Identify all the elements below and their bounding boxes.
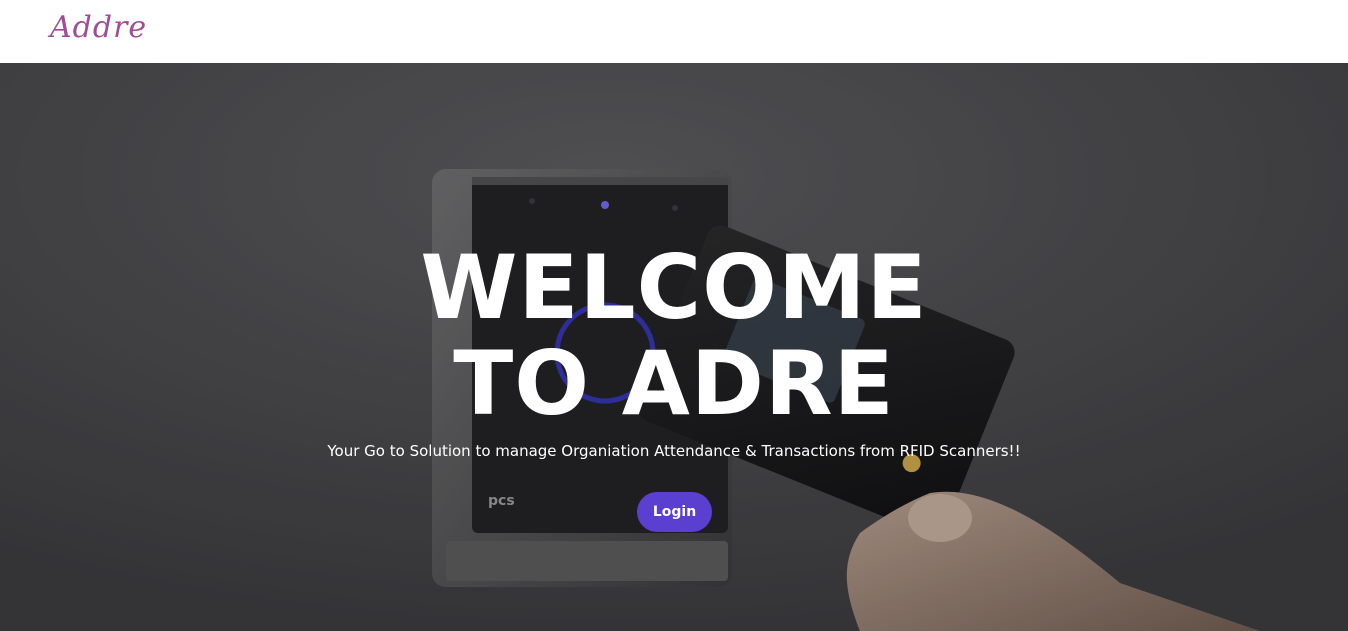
- hero-section: pcs WELCOME TO ADRE Your Go to Solution …: [0, 63, 1348, 631]
- login-button[interactable]: Login: [637, 492, 712, 532]
- top-navbar: Addre: [0, 0, 1348, 63]
- headline-line-1: WELCOME: [420, 236, 928, 339]
- headline-line-2: TO ADRE: [453, 332, 895, 435]
- brand-logo[interactable]: Addre: [50, 10, 147, 45]
- hero-headline: WELCOME TO ADRE: [0, 240, 1348, 432]
- hero-tagline: Your Go to Solution to manage Organiatio…: [327, 442, 1021, 460]
